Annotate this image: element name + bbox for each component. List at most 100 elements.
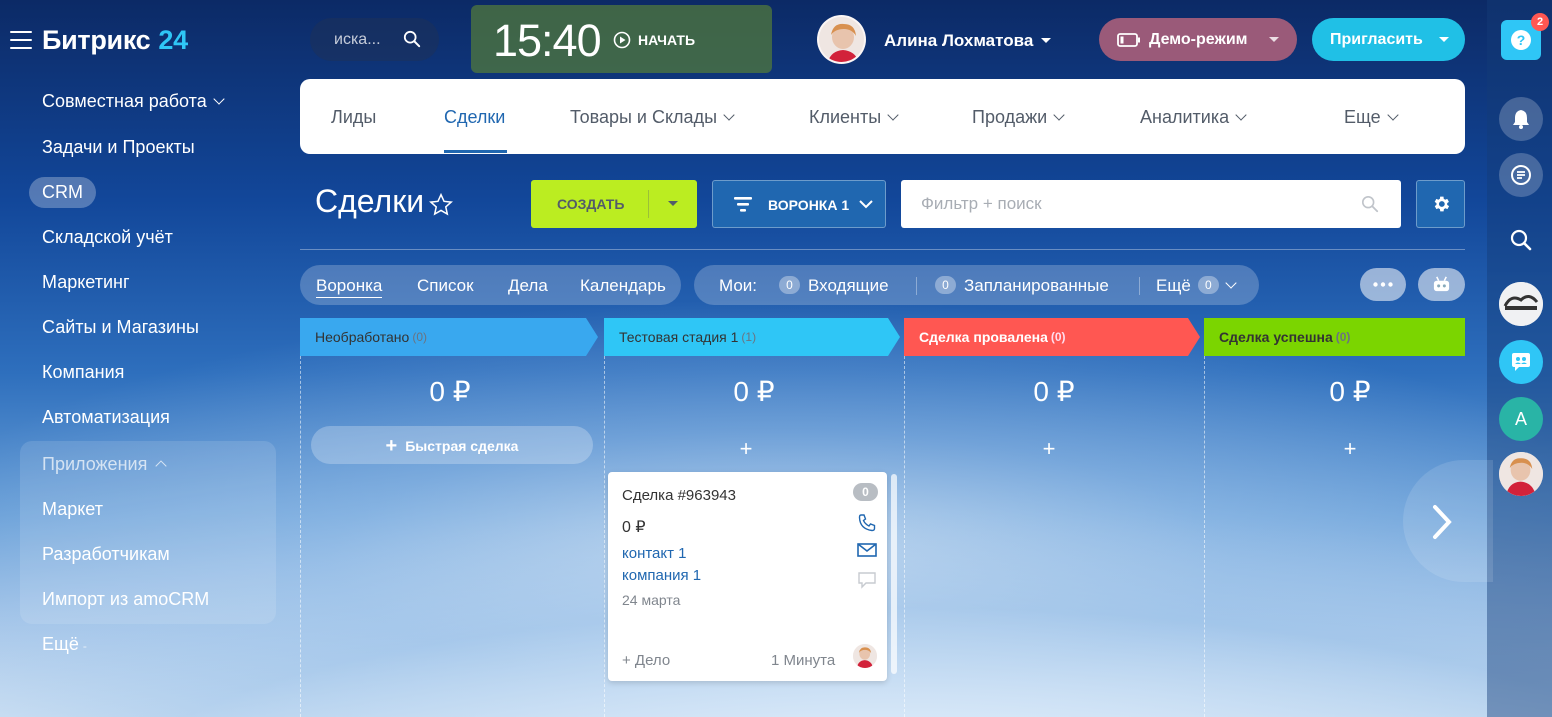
deal-title[interactable]: Сделка #963943 xyxy=(622,487,736,504)
caret-down-icon xyxy=(1438,37,1449,42)
counter-badge: 0 xyxy=(1197,276,1219,294)
add-deal-plus-icon[interactable]: + xyxy=(1200,436,1500,462)
filter-placeholder: Фильтр + поиск xyxy=(921,194,1042,213)
more-options-button[interactable] xyxy=(1360,268,1406,301)
view-kanban[interactable]: Воронка xyxy=(316,276,383,298)
tab-analytics[interactable]: Аналитика xyxy=(1140,107,1247,128)
tab-label: Аналитика xyxy=(1140,107,1230,127)
group-avatar[interactable] xyxy=(1499,282,1543,326)
stage-name: Необработано xyxy=(315,329,410,345)
stage-name: Сделка успешна xyxy=(1219,329,1333,345)
menu-item-label: Совместная работа xyxy=(42,91,207,111)
menu-burger-icon[interactable] xyxy=(10,31,32,49)
stage-header-success[interactable]: Сделка успешна (0) xyxy=(1204,318,1465,356)
add-task-link[interactable]: + Дело xyxy=(622,652,670,669)
menu-item-developers[interactable]: Разработчикам xyxy=(42,544,170,565)
menu-item-collaboration[interactable]: Совместная работа xyxy=(42,91,225,112)
view-switcher: Воронка Список Дела Календарь xyxy=(300,265,681,305)
contact-avatar[interactable]: A xyxy=(1499,397,1543,441)
menu-item-market[interactable]: Маркет xyxy=(42,499,103,520)
phone-icon[interactable] xyxy=(857,513,877,533)
plus-icon: + xyxy=(385,435,398,457)
tab-products[interactable]: Товары и Склады xyxy=(570,107,735,128)
menu-item-amocrm-import[interactable]: Импорт из amoCRM xyxy=(42,589,209,610)
search-icon[interactable] xyxy=(1361,195,1379,213)
automation-robots-button[interactable] xyxy=(1418,268,1465,301)
start-workday-button[interactable]: НАЧАТЬ xyxy=(613,31,695,49)
mail-icon[interactable] xyxy=(857,542,877,558)
stage-count: (0) xyxy=(1335,330,1351,344)
add-deal-plus-icon[interactable]: + xyxy=(596,436,896,462)
menu-item-more[interactable]: Ещё - xyxy=(42,634,87,655)
star-icon[interactable] xyxy=(428,192,454,218)
create-button[interactable]: СОЗДАТЬ xyxy=(531,180,697,228)
menu-item-tasks[interactable]: Задачи и Проекты xyxy=(42,137,195,158)
funnel-select-button[interactable]: ВОРОНКА 1 xyxy=(712,180,886,228)
settings-button[interactable] xyxy=(1416,180,1465,228)
stage-header-test[interactable]: Тестовая стадия 1 (1) xyxy=(604,318,900,356)
notifications-button[interactable] xyxy=(1499,97,1543,141)
user-avatar[interactable] xyxy=(817,15,866,64)
view-calendar[interactable]: Календарь xyxy=(580,276,666,296)
view-list[interactable]: Список xyxy=(417,276,474,296)
user-name: Алина Лохматова xyxy=(884,31,1034,50)
tab-clients[interactable]: Клиенты xyxy=(809,107,899,128)
tab-leads[interactable]: Лиды xyxy=(331,107,376,128)
menu-item-company[interactable]: Компания xyxy=(42,362,124,383)
search-icon[interactable] xyxy=(403,30,421,48)
menu-item-marketing[interactable]: Маркетинг xyxy=(42,272,130,293)
menu-item-sites[interactable]: Сайты и Магазины xyxy=(42,317,199,338)
scroll-right-button[interactable] xyxy=(1403,460,1493,582)
filter-search-input[interactable]: Фильтр + поиск xyxy=(901,180,1401,228)
chat-tasks-button[interactable] xyxy=(1499,153,1543,197)
chat-icon[interactable] xyxy=(857,571,877,589)
invite-button[interactable]: Пригласить xyxy=(1312,18,1465,61)
apps-title: Приложения xyxy=(42,454,148,474)
stage-count: (1) xyxy=(741,330,757,344)
search-field[interactable]: иска... xyxy=(310,18,439,61)
user-menu[interactable]: Алина Лохматова xyxy=(884,31,1052,51)
quick-deal-button[interactable]: + Быстрая сделка xyxy=(311,426,593,464)
demo-mode-button[interactable]: Демо-режим xyxy=(1099,18,1297,61)
caret-down-icon xyxy=(1041,38,1052,43)
play-icon xyxy=(613,31,631,49)
stage-name: Сделка провалена xyxy=(919,329,1048,345)
menu-group-apps[interactable]: Приложения xyxy=(42,454,167,475)
menu-item-inventory[interactable]: Складской учёт xyxy=(42,227,173,248)
deal-card[interactable]: Сделка #963943 0 0 ₽ контакт 1 компания … xyxy=(608,472,887,681)
logo[interactable]: Битрикс 24 xyxy=(42,25,188,56)
workday-widget[interactable]: 15:40 НАЧАТЬ xyxy=(471,5,772,73)
add-deal-plus-icon[interactable]: + xyxy=(899,436,1199,462)
search-icon[interactable] xyxy=(1509,228,1533,257)
deal-contact-link[interactable]: контакт 1 xyxy=(622,545,687,562)
caret-down-icon[interactable] xyxy=(668,201,678,206)
user-avatar-small[interactable] xyxy=(1499,452,1543,496)
column-divider xyxy=(904,356,905,717)
logo-text: Битрикс xyxy=(42,25,151,55)
column-scrollbar[interactable] xyxy=(891,474,897,674)
tab-sales[interactable]: Продажи xyxy=(972,107,1065,128)
counter-incoming[interactable]: 0 Входящие xyxy=(779,276,889,296)
stage-header-new[interactable]: Необработано (0) xyxy=(300,318,598,356)
deal-company-link[interactable]: компания 1 xyxy=(622,567,701,584)
divider xyxy=(916,277,917,295)
divider xyxy=(1139,277,1140,295)
menu-item-automation[interactable]: Автоматизация xyxy=(42,407,170,428)
responsible-avatar[interactable] xyxy=(853,644,877,668)
tab-deals[interactable]: Сделки xyxy=(444,107,505,128)
menu-item-crm[interactable]: CRM xyxy=(42,182,83,203)
chevron-down-icon xyxy=(1386,109,1399,121)
counter-planned[interactable]: 0 Запланированные xyxy=(935,276,1109,296)
view-activities[interactable]: Дела xyxy=(508,276,548,296)
tab-label: Продажи xyxy=(972,107,1048,127)
stage-header-failed[interactable]: Сделка провалена (0) xyxy=(904,318,1200,356)
counter-badge: 0 xyxy=(779,276,800,294)
stage-sum: 0 ₽ xyxy=(1329,376,1371,407)
crm-top-nav: Лиды Сделки Товары и Склады Клиенты Прод… xyxy=(300,79,1465,154)
open-lines-button[interactable] xyxy=(1499,340,1543,384)
help-badge: 2 xyxy=(1531,13,1549,31)
counter-more[interactable]: Ещё 0 xyxy=(1156,276,1237,296)
stage-sum: 0 ₽ xyxy=(429,376,471,407)
gear-icon xyxy=(1434,196,1450,212)
tab-more[interactable]: Еще xyxy=(1344,107,1399,128)
